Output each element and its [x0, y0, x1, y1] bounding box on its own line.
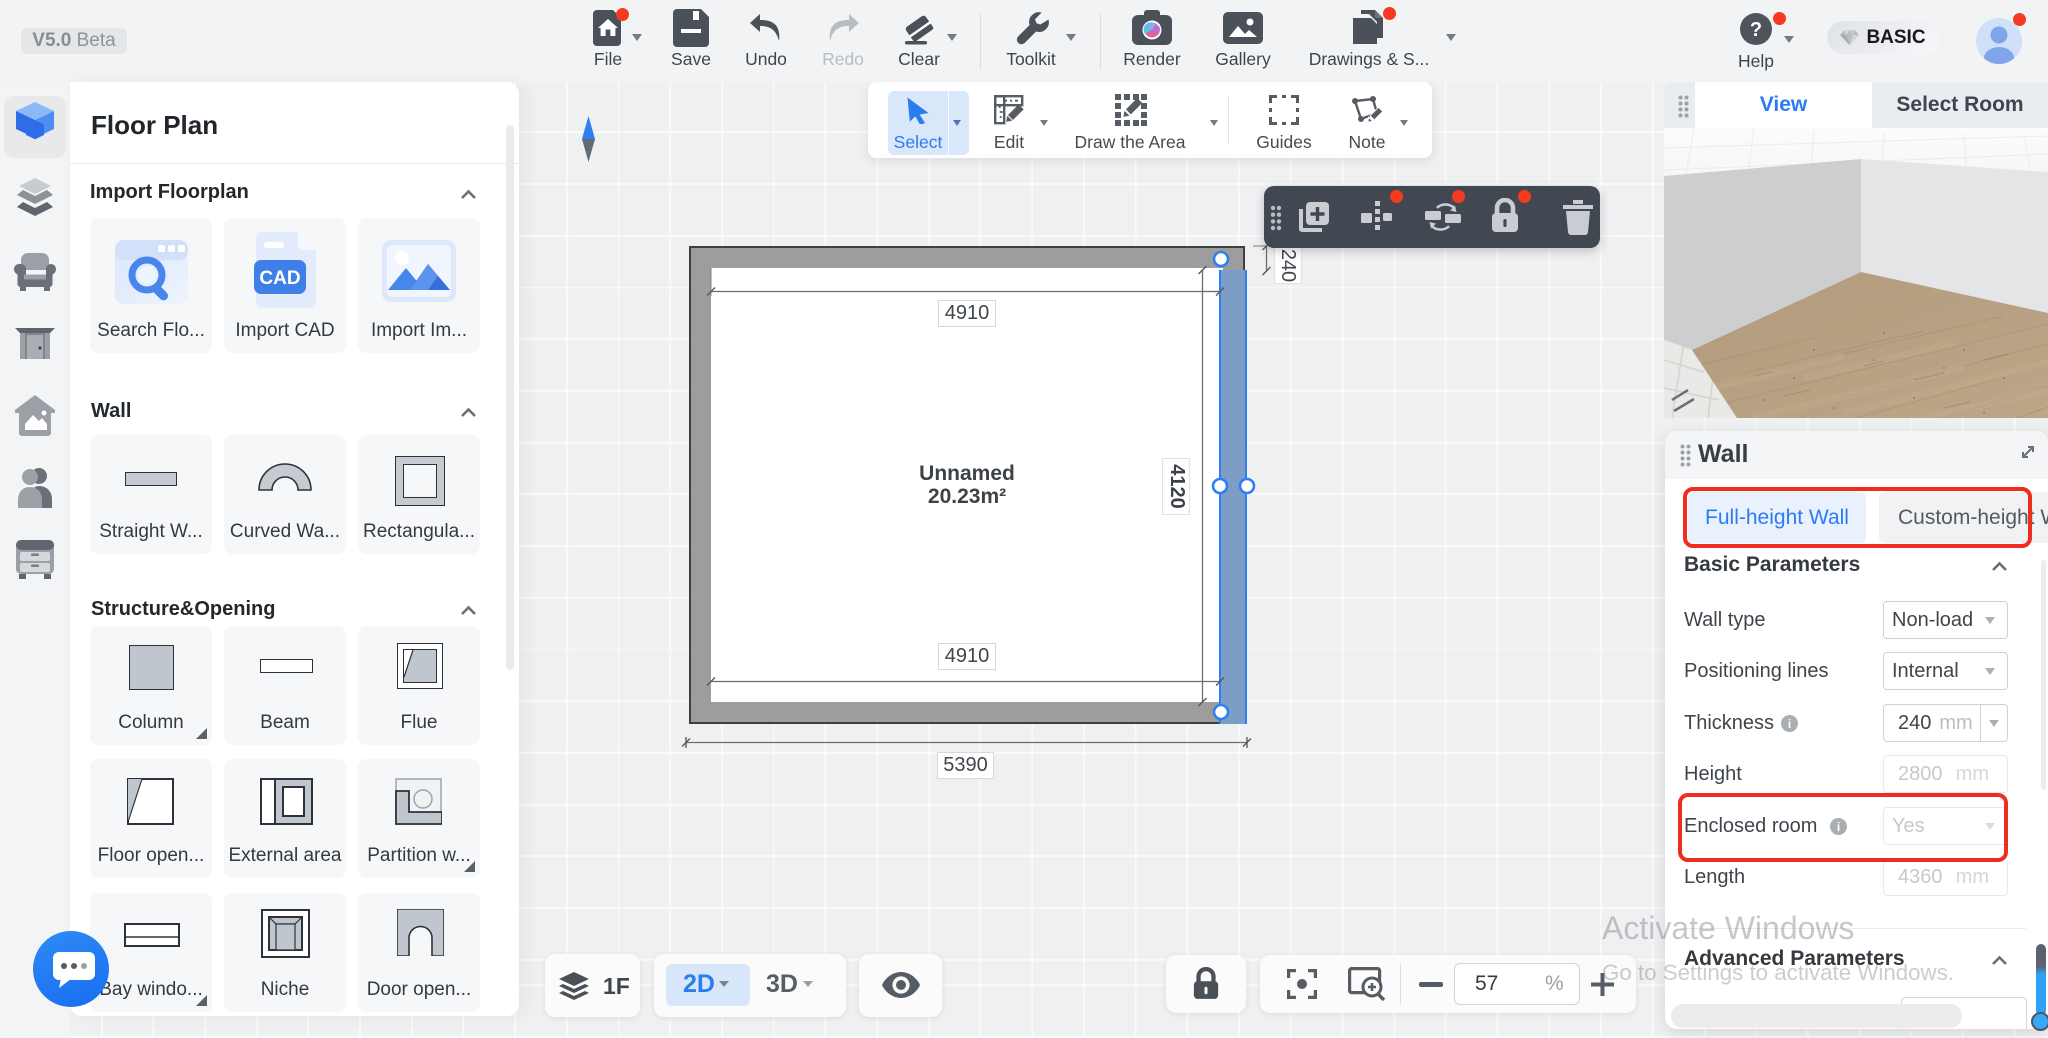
svg-text:?: ? [1750, 19, 1762, 41]
svg-text:CAD: CAD [259, 268, 300, 289]
